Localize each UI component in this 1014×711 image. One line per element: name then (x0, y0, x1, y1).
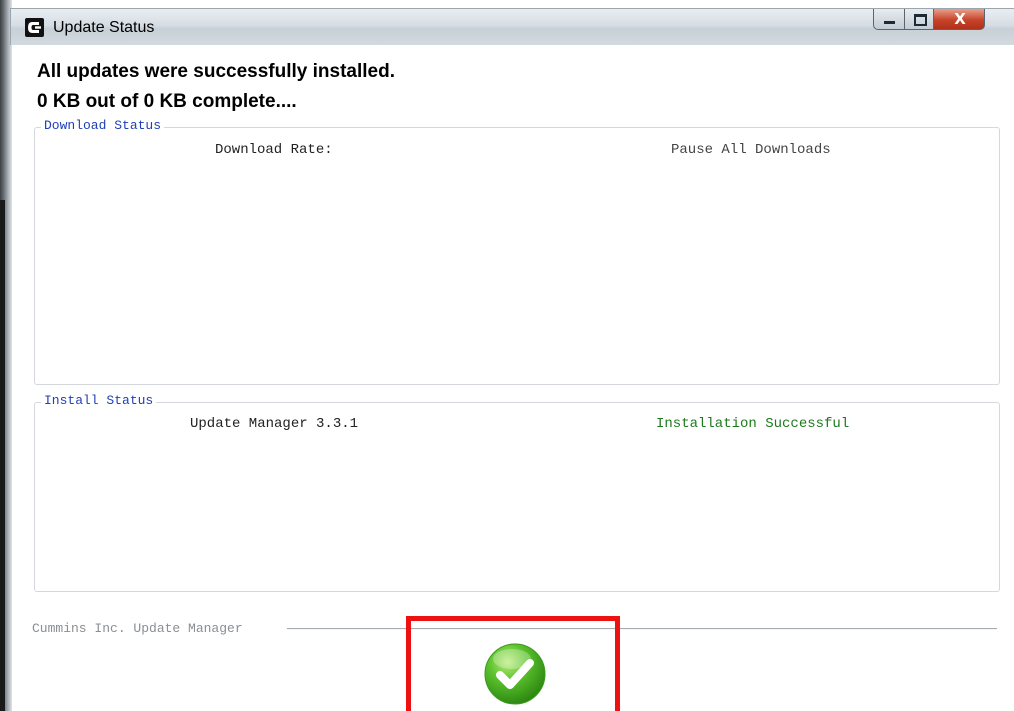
close-button[interactable]: X (933, 9, 985, 30)
maximize-icon (914, 14, 927, 26)
window-left-shadow (0, 200, 5, 711)
minimize-icon (884, 21, 895, 24)
install-item-status: Installation Successful (656, 416, 850, 432)
update-status-window: Update Status X All updates were success… (0, 0, 1014, 711)
progress-text: 0 KB out of 0 KB complete.... (37, 91, 297, 112)
window-left-edge (0, 0, 12, 711)
download-rate-label: Download Rate: (215, 142, 333, 158)
install-status-group: Install Status Update Manager 3.3.1 Inst… (34, 393, 1000, 592)
status-headline: All updates were successfully installed. (37, 61, 395, 82)
title-bar[interactable]: Update Status X (10, 8, 1014, 45)
maximize-button[interactable] (904, 9, 934, 30)
footer-divider-highlight (287, 629, 997, 630)
footer-label: Cummins Inc. Update Manager (32, 621, 243, 636)
minimize-button[interactable] (873, 9, 905, 30)
cummins-logo-icon (25, 18, 44, 37)
close-icon: X (954, 10, 966, 28)
download-status-legend: Download Status (41, 118, 165, 134)
window-title: Update Status (53, 19, 155, 36)
install-status-legend: Install Status (41, 393, 157, 409)
download-status-group: Download Status Download Rate: Pause All… (34, 118, 1000, 385)
install-item-name: Update Manager 3.3.1 (190, 416, 359, 432)
ok-checkmark-button[interactable] (482, 641, 548, 707)
window-content: All updates were successfully installed.… (12, 45, 1014, 711)
pause-all-downloads-button[interactable]: Pause All Downloads (671, 142, 831, 158)
